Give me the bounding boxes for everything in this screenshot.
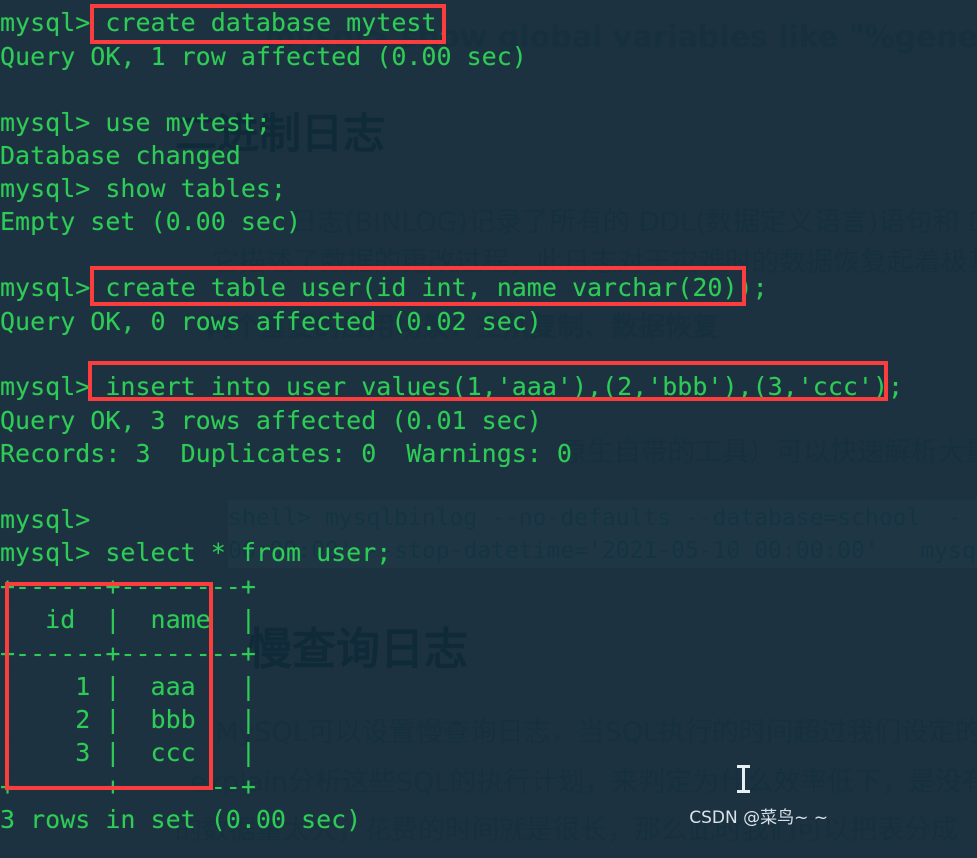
- create-database-highlight: [90, 4, 446, 44]
- terminal-line: mysql>: [0, 505, 91, 534]
- csdn-watermark: CSDN @菜鸟~ ~: [689, 808, 828, 828]
- insert-into-highlight: [88, 361, 888, 401]
- background-paragraph: 日志(BINLOG)记录了所有的 DDL(数据定义语言)语句和 DML: [290, 207, 977, 238]
- terminal-line: Empty set (0.00 sec): [0, 207, 302, 236]
- terminal-line: mysql> show tables;: [0, 174, 286, 203]
- terminal-line: Query OK, 3 rows affected (0.01 sec): [0, 406, 542, 435]
- background-code-line: 00:00:00' --stop-datetime='2021-05-10 00…: [228, 538, 976, 564]
- background-heading: 慢查询日志: [248, 624, 468, 675]
- terminal-line: 3 rows in set (0.00 sec): [0, 805, 362, 834]
- text-ibeam-cursor: [737, 765, 750, 793]
- terminal-line: Query OK, 0 rows affected (0.02 sec): [0, 307, 542, 336]
- background-paragraph: 的数据量太大，花费的时间就是很长，那么此时我们可以把表分成: [175, 815, 958, 846]
- background-code-block: [228, 500, 977, 568]
- terminal-line: Database changed: [0, 141, 241, 170]
- background-heading: 二进制日志: [175, 109, 386, 158]
- terminal-line: mysql> select * from user;: [0, 538, 392, 567]
- background-paragraph: explain分析这些SQL的执行计划，来判定为什么效率低下，是没有: [190, 767, 977, 798]
- result-table-highlight: [5, 582, 213, 790]
- create-table-highlight: [90, 266, 746, 306]
- background-paragraph: MySQL可以设置慢查询日志，当SQL执行的时间超过我们设定的时: [215, 717, 977, 748]
- terminal-line: Records: 3 Duplicates: 0 Warnings: 0: [0, 439, 572, 468]
- background-paragraph: 两个重要的应用场景：主从复制、数据恢复: [206, 312, 719, 343]
- terminal-line: Query OK, 1 row affected (0.00 sec): [0, 42, 527, 71]
- background-code-line: shell> mysqlbinlog --no-defaults --datab…: [228, 505, 962, 531]
- background-paragraph: 原生自带的工具）可以快速解析大量: [560, 437, 977, 468]
- screenshot-root: shell> mysqlbinlog --no-defaults --datab…: [0, 0, 977, 858]
- terminal-line: mysql> use mytest;: [0, 108, 271, 137]
